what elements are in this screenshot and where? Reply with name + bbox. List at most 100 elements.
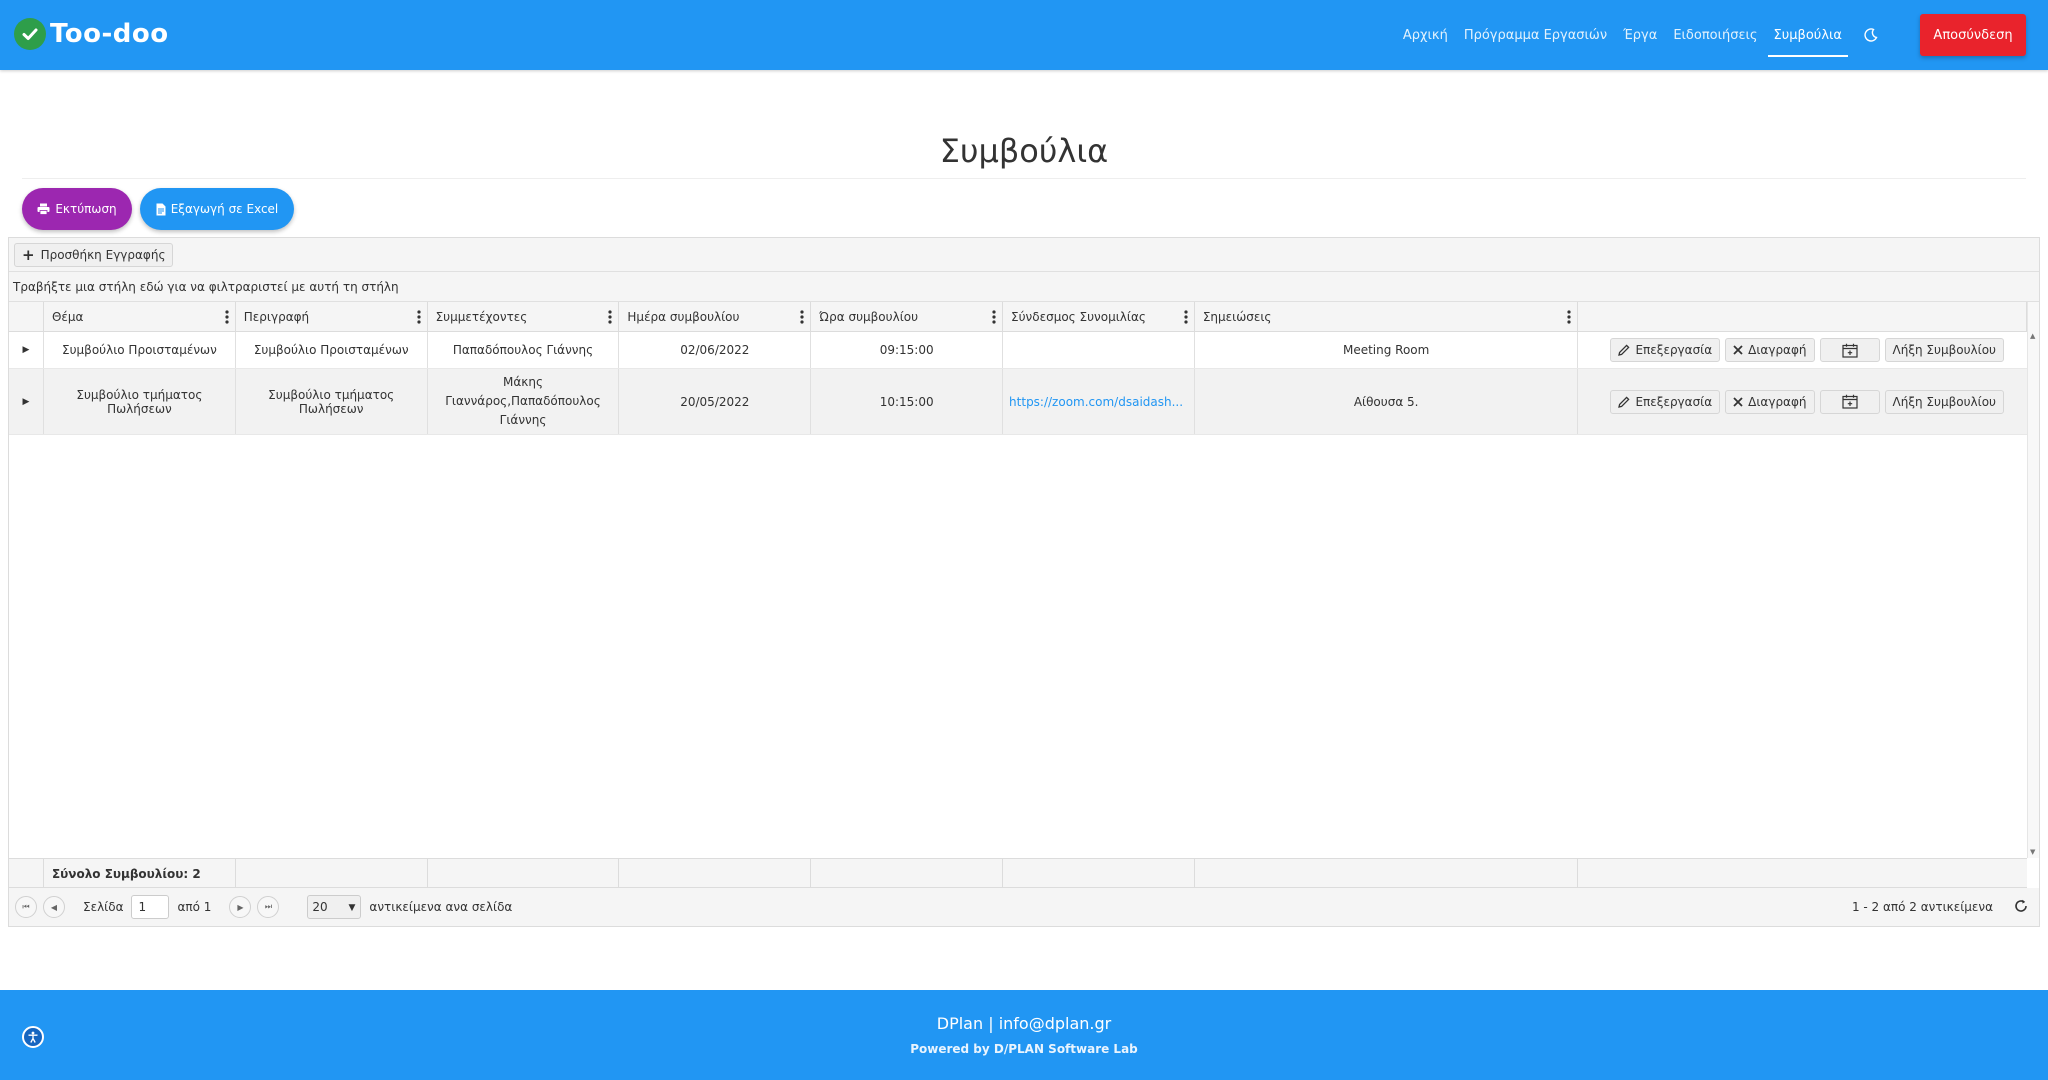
column-menu-icon[interactable] — [992, 310, 996, 324]
meetings-grid: + Προσθήκη Εγγραφής Τραβήξτε μια στήλη ε… — [8, 237, 2040, 927]
page-size-select[interactable]: 20 ▼ — [307, 895, 362, 919]
footer-empty-cell — [9, 859, 44, 889]
footer-empty-cell — [1195, 859, 1579, 889]
site-footer: DPlan | info@dplan.gr Powered by D/PLAN … — [0, 990, 2048, 1080]
end-meeting-button[interactable]: Λήξη Συμβουλίου — [1884, 338, 2004, 362]
cell-participants: Μάκης Γιαννάρος,Παπαδόπουλος Γιάννης — [428, 369, 620, 434]
page-label: Σελίδα — [83, 900, 124, 914]
close-icon — [1733, 345, 1743, 355]
export-excel-button[interactable]: Εξαγωγή σε Excel — [140, 188, 294, 230]
per-page-label: αντικείμενα ανα σελίδα — [369, 900, 513, 914]
logout-button[interactable]: Αποσύνδεση — [1920, 14, 2026, 56]
row-expand-toggle[interactable]: ▶ — [9, 369, 44, 434]
first-page-icon[interactable]: ⏮ — [15, 896, 37, 918]
column-menu-icon[interactable] — [800, 310, 804, 324]
grid-body: ▶ Συμβούλιο Προισταμένων Συμβούλιο Προισ… — [9, 332, 2027, 435]
brand-logo[interactable]: Too-doo — [14, 18, 169, 50]
group-drop-area[interactable]: Τραβήξτε μια στήλη εδώ για να φιλτραριστ… — [9, 272, 2039, 302]
vertical-scrollbar[interactable]: ▲ ▼ — [2027, 302, 2039, 858]
header-participants-label: Συμμετέχοντες — [435, 310, 528, 324]
header-subject-label: Θέμα — [51, 310, 84, 324]
edit-button[interactable]: Επεξεργασία — [1610, 389, 1721, 414]
column-menu-icon[interactable] — [225, 310, 229, 324]
table-row[interactable]: ▶ Συμβούλιο Προισταμένων Συμβούλιο Προισ… — [9, 332, 2027, 369]
export-excel-label: Εξαγωγή σε Excel — [170, 202, 279, 216]
cell-actions: Επεξεργασία Διαγραφή Λήξη Συμβουλίου — [1578, 369, 2027, 434]
footer-empty-cell — [619, 859, 812, 889]
header-time[interactable]: Ώρα συμβουλίου — [811, 302, 1004, 332]
header-description-label: Περιγραφή — [243, 310, 310, 324]
cell-subject: Συμβούλιο τμήματος Πωλήσεων — [44, 369, 236, 434]
cell-notes: Αίθουσα 5. — [1195, 369, 1579, 434]
column-menu-icon[interactable] — [608, 310, 613, 324]
caret-right-icon: ▶ — [22, 345, 30, 355]
edit-label: Επεξεργασία — [1635, 394, 1713, 409]
grid-toolbar: + Προσθήκη Εγγραφής — [9, 238, 2039, 272]
cell-link[interactable] — [1003, 332, 1195, 368]
delete-button[interactable]: Διαγραφή — [1725, 389, 1815, 414]
close-icon — [1733, 396, 1743, 407]
pencil-icon — [1618, 344, 1630, 356]
header-description[interactable]: Περιγραφή — [236, 302, 428, 332]
last-page-icon[interactable]: ⏭ — [257, 896, 280, 918]
header-actions — [1578, 302, 2027, 332]
footer-empty-cell — [811, 859, 1004, 889]
caret-right-icon: ▶ — [22, 396, 30, 407]
grid-header: Θέμα Περιγραφή Συμμετέχοντες Ημέρα συμβο… — [9, 302, 2027, 332]
calendar-button[interactable] — [1819, 338, 1880, 362]
grid-pager: ⏮ ◀ Σελίδα 1 από 1 ▶ ⏭ 20 ▼ αντικείμενα … — [9, 888, 2039, 926]
main-nav: Αρχική Πρόγραμμα Εργασιών Έργα Ειδοποιήσ… — [1395, 0, 1888, 70]
nav-item-schedule[interactable]: Πρόγραμμα Εργασιών — [1464, 22, 1607, 49]
calendar-button[interactable] — [1819, 389, 1880, 414]
header-notes[interactable]: Σημειώσεις — [1195, 302, 1579, 332]
plus-icon: + — [22, 246, 35, 264]
table-row[interactable]: ▶ Συμβούλιο τμήματος Πωλήσεων Συμβούλιο … — [9, 369, 2027, 435]
scroll-down-icon[interactable]: ▼ — [2030, 848, 2035, 856]
add-record-label: Προσθήκη Εγγραφής — [40, 248, 166, 262]
header-subject[interactable]: Θέμα — [44, 302, 236, 332]
footer-empty-cell — [1578, 859, 2027, 889]
column-menu-icon[interactable] — [1184, 310, 1188, 324]
column-menu-icon[interactable] — [416, 310, 421, 324]
scroll-up-icon[interactable]: ▲ — [2030, 332, 2035, 340]
dark-mode-moon-icon[interactable] — [1864, 28, 1878, 42]
print-button[interactable]: Εκτύπωση — [22, 188, 132, 230]
file-icon — [156, 203, 166, 215]
accessibility-icon[interactable] — [22, 1026, 44, 1048]
page-number-input[interactable]: 1 — [131, 895, 170, 919]
cell-description: Συμβούλιο τμήματος Πωλήσεων — [236, 369, 428, 434]
end-meeting-button[interactable]: Λήξη Συμβουλίου — [1884, 389, 2004, 414]
delete-button[interactable]: Διαγραφή — [1725, 338, 1815, 362]
cell-actions: Επεξεργασία Διαγραφή Λήξη Συμβουλίου — [1578, 332, 2027, 368]
header-expander-col — [9, 302, 44, 332]
prev-page-icon[interactable]: ◀ — [43, 896, 65, 918]
cell-date: 02/06/2022 — [619, 332, 812, 368]
cell-time: 09:15:00 — [811, 332, 1004, 368]
page-of-label: από 1 — [177, 900, 212, 914]
footer-powered-by: Powered by D/PLAN Software Lab — [910, 1042, 1138, 1056]
footer-contact: DPlan | info@dplan.gr — [936, 1014, 1112, 1033]
header-link[interactable]: Σύνδεσμος Συνομιλίας — [1003, 302, 1195, 332]
refresh-icon[interactable] — [2013, 898, 2029, 917]
nav-item-projects[interactable]: Έργα — [1623, 22, 1657, 49]
row-expand-toggle[interactable]: ▶ — [9, 332, 44, 368]
meeting-link[interactable]: https://zoom.com/dsaidash... — [1009, 395, 1183, 409]
footer-empty-cell — [1003, 859, 1195, 889]
header-date[interactable]: Ημέρα συμβουλίου — [619, 302, 812, 332]
cell-date: 20/05/2022 — [619, 369, 812, 434]
cell-time: 10:15:00 — [811, 369, 1004, 434]
nav-item-home[interactable]: Αρχική — [1403, 22, 1448, 49]
footer-empty-cell — [236, 859, 428, 889]
cell-link[interactable]: https://zoom.com/dsaidash... — [1003, 369, 1195, 434]
add-record-button[interactable]: + Προσθήκη Εγγραφής — [14, 243, 174, 267]
nav-item-notifications[interactable]: Ειδοποιήσεις — [1673, 22, 1757, 49]
grid-footer: Σύνολο Συμβουλίου: 2 — [9, 858, 2027, 889]
nav-item-meetings[interactable]: Συμβούλια — [1767, 22, 1849, 57]
header-notes-label: Σημειώσεις — [1202, 310, 1272, 324]
next-page-icon[interactable]: ▶ — [229, 896, 252, 918]
edit-button[interactable]: Επεξεργασία — [1610, 338, 1721, 362]
header-participants[interactable]: Συμμετέχοντες — [428, 302, 620, 332]
footer-total: Σύνολο Συμβουλίου: 2 — [44, 859, 236, 889]
column-menu-icon[interactable] — [1567, 310, 1572, 324]
page-title: Συμβούλια — [939, 132, 1109, 170]
